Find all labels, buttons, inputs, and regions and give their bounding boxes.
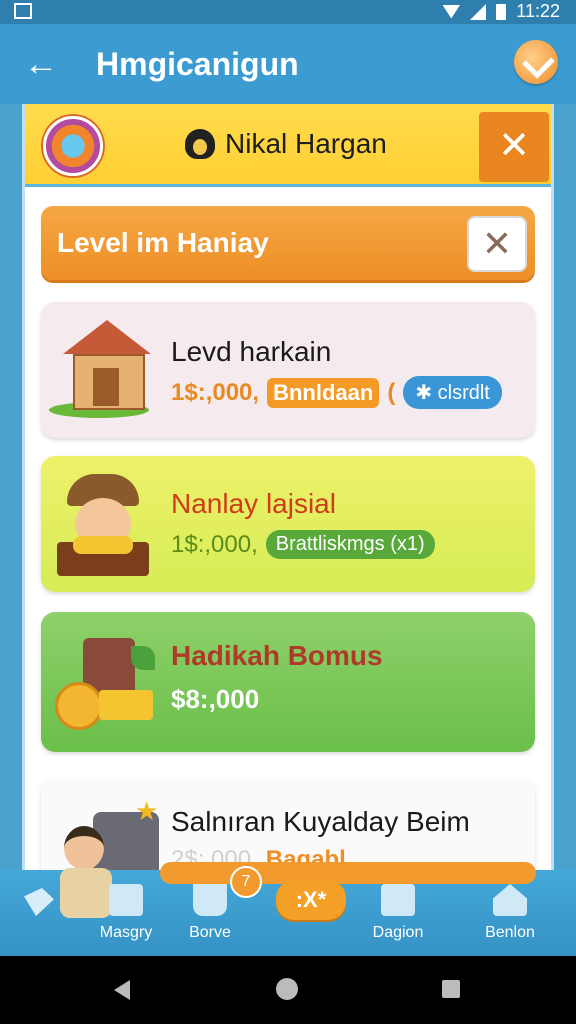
wifi-icon bbox=[442, 4, 461, 19]
card-price-row: $8:,000 bbox=[171, 684, 259, 715]
dialog-panel: Nikal Hargan ✕ Level im Haniay ✕ Levd ha… bbox=[22, 104, 554, 908]
card-tag: Bnnldaan bbox=[267, 377, 380, 408]
battery-icon bbox=[496, 3, 507, 20]
dialog-header: Nikal Hargan ✕ bbox=[25, 104, 551, 187]
level-banner: Level im Haniay ✕ bbox=[41, 206, 535, 280]
basket-icon bbox=[109, 884, 143, 916]
notification-badge: 7 bbox=[230, 866, 262, 898]
dialog-title: Nikal Hargan bbox=[225, 128, 387, 159]
card-price-row: 1$:,000, Brattliskmgs (x1) bbox=[171, 530, 435, 559]
reward-card-1[interactable]: Levd harkain 1$:,000, Bnnldaan ( ✱ clsrd… bbox=[41, 302, 535, 438]
nav-item-dagion[interactable]: Dagion bbox=[348, 884, 448, 942]
level-title: Level im Haniay bbox=[57, 227, 269, 258]
nav-label: Benlon bbox=[485, 924, 535, 941]
app-title: Hmgicanigun bbox=[96, 46, 299, 82]
status-time: 11:22 bbox=[516, 1, 560, 21]
nav-label: Borve bbox=[189, 924, 231, 941]
level-close-button[interactable]: ✕ bbox=[467, 216, 527, 272]
system-home-icon[interactable] bbox=[276, 978, 298, 1000]
card-title: Nanlay lajsial bbox=[171, 488, 336, 519]
card-price: 1$:,000, bbox=[171, 378, 260, 406]
clock-badge-icon bbox=[43, 116, 103, 176]
center-action-button[interactable]: :X* bbox=[276, 880, 346, 920]
arrow-left-icon[interactable]: ← bbox=[24, 44, 58, 84]
card-title: Levd harkain bbox=[171, 336, 332, 367]
treasure-coins-icon bbox=[49, 624, 159, 734]
home-icon bbox=[493, 884, 527, 916]
dialog-title-wrap: Nikal Hargan bbox=[185, 128, 387, 160]
app-bar: ← Hmgicanigun bbox=[0, 24, 576, 104]
status-bar: 11:22 bbox=[0, 0, 576, 24]
card-chip-button[interactable]: ✱ clsrdlt bbox=[403, 376, 502, 409]
bottom-nav-highlight bbox=[160, 862, 536, 884]
nav-label: Dagion bbox=[372, 924, 424, 941]
cup-icon bbox=[193, 884, 227, 916]
card-title: Salnıran Kuyalday Beim bbox=[171, 806, 470, 837]
app-logo-icon[interactable] bbox=[514, 40, 558, 84]
status-icons: 11:22 bbox=[442, 1, 560, 22]
card-title: Hadikah Bomus bbox=[171, 640, 383, 671]
dialog-close-button[interactable]: ✕ bbox=[479, 112, 549, 182]
system-nav-bar bbox=[0, 956, 576, 1024]
system-back-icon[interactable] bbox=[114, 980, 130, 1000]
card-separator: ( bbox=[387, 378, 396, 406]
notepad-icon bbox=[381, 884, 415, 916]
card-price: $8:,000 bbox=[171, 684, 260, 714]
penguin-icon bbox=[185, 129, 215, 159]
card-chip: Brattliskmgs (x1) bbox=[265, 530, 435, 559]
explorer-chest-icon bbox=[49, 468, 159, 578]
system-recents-icon[interactable] bbox=[442, 980, 460, 998]
house-icon bbox=[49, 314, 159, 424]
reward-card-3[interactable]: Hadikah Bomus $8:,000 bbox=[41, 612, 535, 752]
card-price: 1$:,000, bbox=[171, 530, 258, 558]
card-price-row: 1$:,000, Bnnldaan ( ✱ clsrdlt bbox=[171, 376, 502, 409]
gallery-notification-icon bbox=[14, 3, 32, 19]
signal-icon bbox=[470, 3, 487, 20]
nav-item-benlon[interactable]: Benlon bbox=[460, 884, 560, 942]
reward-card-2[interactable]: Nanlay lajsial 1$:,000, Brattliskmgs (x1… bbox=[41, 456, 535, 592]
